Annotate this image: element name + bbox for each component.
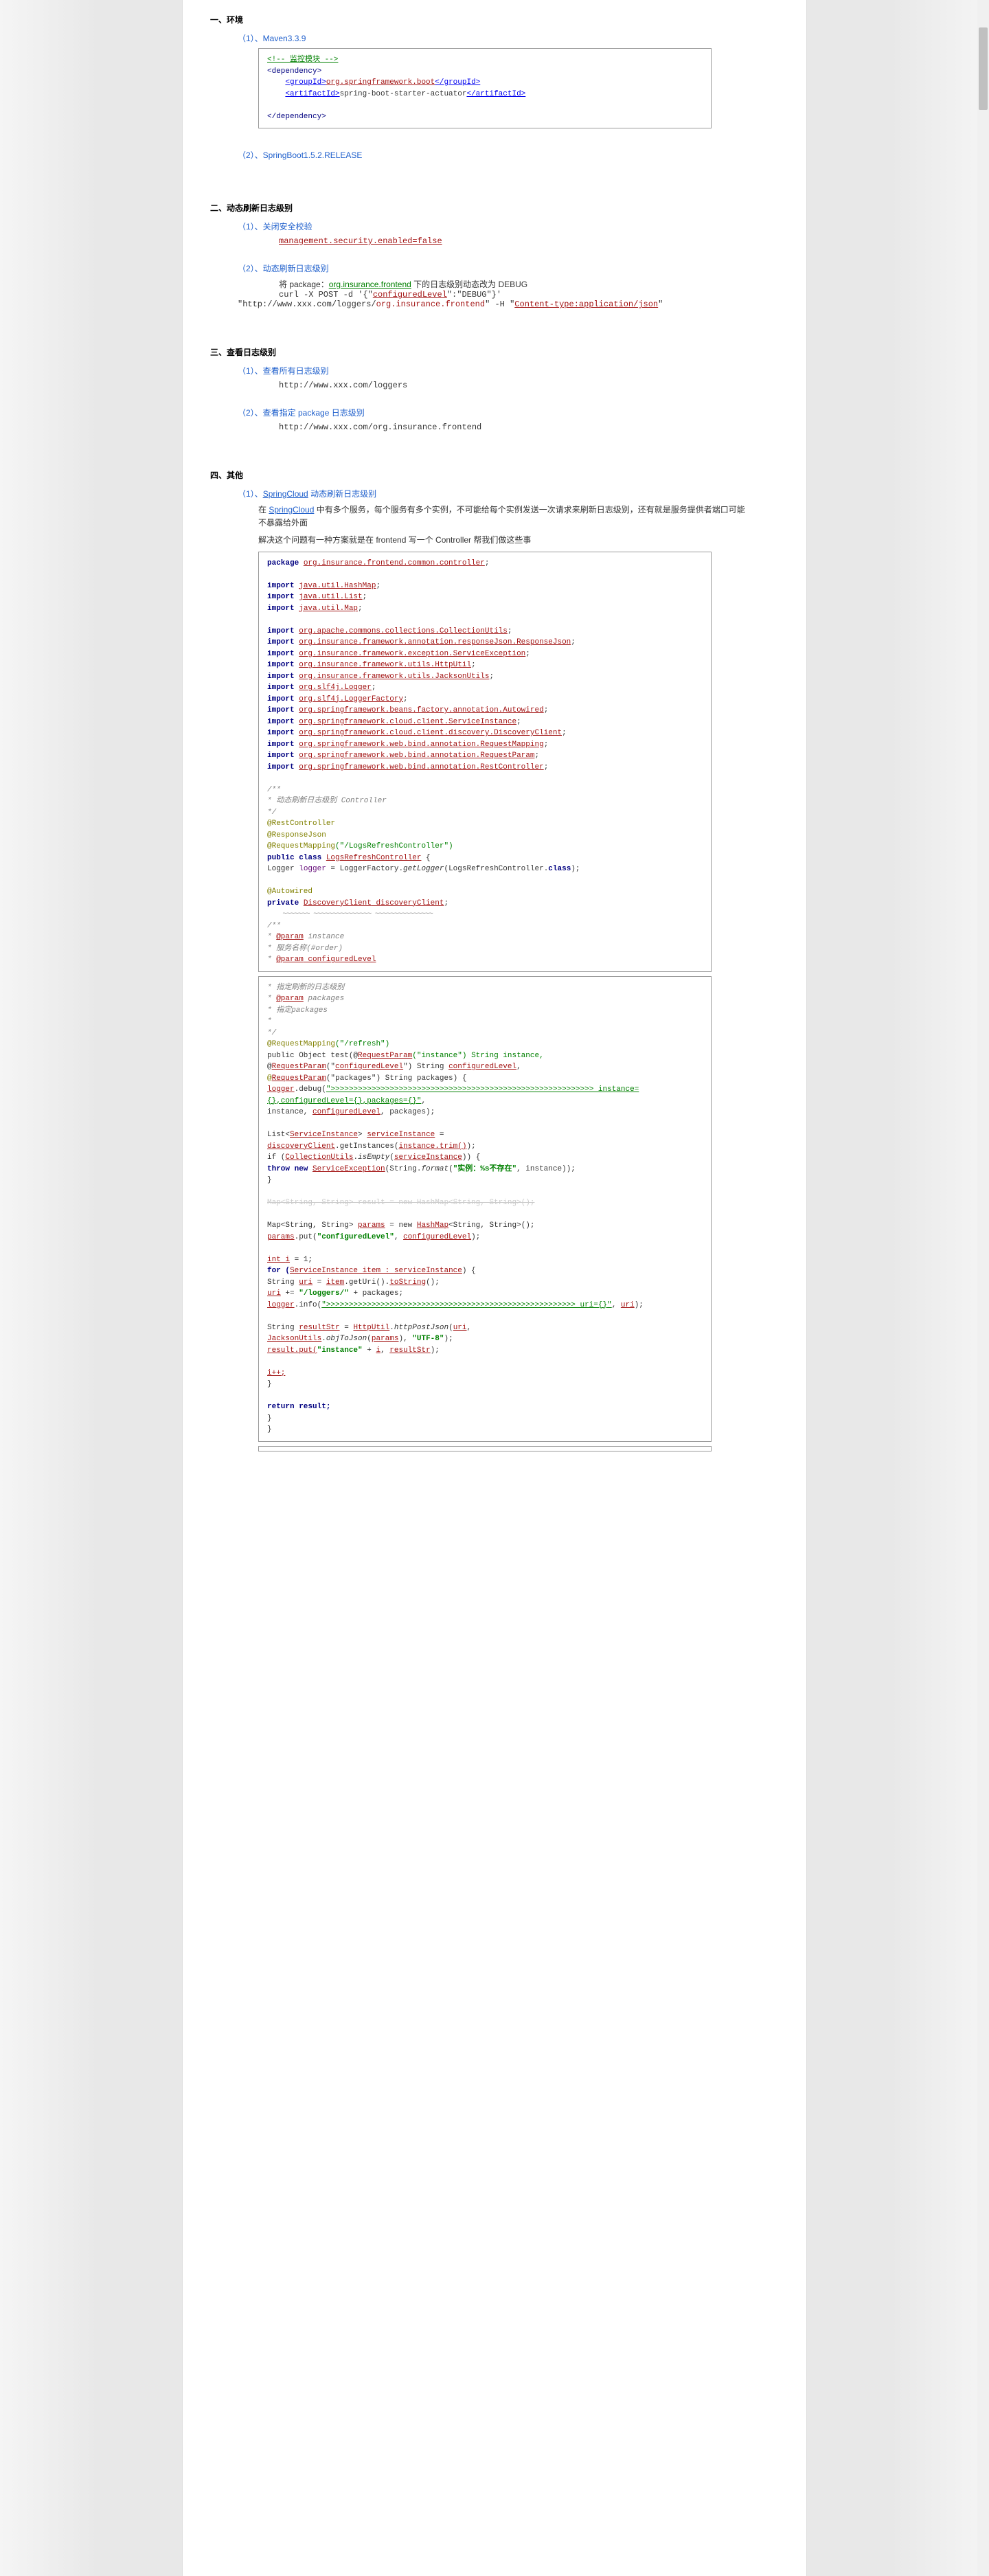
java-code-block-1: package org.insurance.frontend.common.co… bbox=[258, 552, 712, 972]
xml-comment: <!-- 监控模块 --> bbox=[267, 56, 338, 64]
item-3-1: （1）、查看所有日志级别 bbox=[238, 365, 779, 376]
item-3-2: （2）、查看指定 package 日志级别 bbox=[238, 407, 779, 418]
artifactid-value: spring-boot-starter-actuator bbox=[340, 90, 467, 98]
item-1-1: （1）、Maven3.3.9 bbox=[238, 32, 779, 44]
security-prop: management.security.enabled=false bbox=[279, 236, 779, 246]
java-code-block-2: * 指定刷新的日志级别 * @param packages * 指定packag… bbox=[258, 976, 712, 1442]
item-2-1: （1）、关闭安全校验 bbox=[238, 221, 779, 232]
section-4-title: 四、其他 bbox=[210, 469, 779, 481]
empty-block bbox=[258, 1446, 712, 1451]
curl-line1: curl -X POST -d '{"configuredLevel":"DEB… bbox=[279, 290, 779, 300]
artifactid-close: </artifactId> bbox=[466, 90, 525, 98]
change-desc: 将 package：org.insurance.frontend 下的日志级别动… bbox=[279, 278, 779, 290]
section-2-title: 二、动态刷新日志级别 bbox=[210, 202, 779, 214]
groupid-close: </groupId> bbox=[435, 78, 480, 87]
item-1-2: （2）、SpringBoot1.5.2.RELEASE bbox=[238, 149, 779, 161]
artifactid-open: <artifactId> bbox=[285, 90, 339, 98]
url-all-loggers: http://www.xxx.com/loggers bbox=[279, 381, 779, 390]
item-2-2: （2）、动态刷新日志级别 bbox=[238, 262, 779, 274]
groupid-value: org.springframework.boot bbox=[326, 78, 435, 87]
maven-dependency-block: <!-- 监控模块 --> <dependency> <groupId>org.… bbox=[258, 48, 712, 128]
item-4-1: （1）、SpringCloud 动态刷新日志级别 bbox=[238, 488, 779, 499]
curl-line2: "http://www.xxx.com/loggers/org.insuranc… bbox=[238, 300, 779, 309]
scroll-thumb[interactable] bbox=[979, 27, 988, 110]
solution-desc: 解决这个问题有一种方案就是在 frontend 写一个 Controller 帮… bbox=[258, 534, 751, 547]
dependency-open: <dependency> bbox=[267, 67, 321, 76]
section-3-title: 三、查看日志级别 bbox=[210, 346, 779, 358]
vertical-scrollbar[interactable] bbox=[977, 0, 989, 2576]
section-1-title: 一、环境 bbox=[210, 14, 779, 25]
groupid-open: <groupId> bbox=[285, 78, 326, 87]
url-package-logger: http://www.xxx.com/org.insurance.fronten… bbox=[279, 422, 779, 432]
springcloud-desc: 在 SpringCloud 中有多个服务，每个服务有多个实例，不可能给每个实例发… bbox=[258, 504, 751, 530]
dependency-close: </dependency> bbox=[267, 113, 326, 121]
